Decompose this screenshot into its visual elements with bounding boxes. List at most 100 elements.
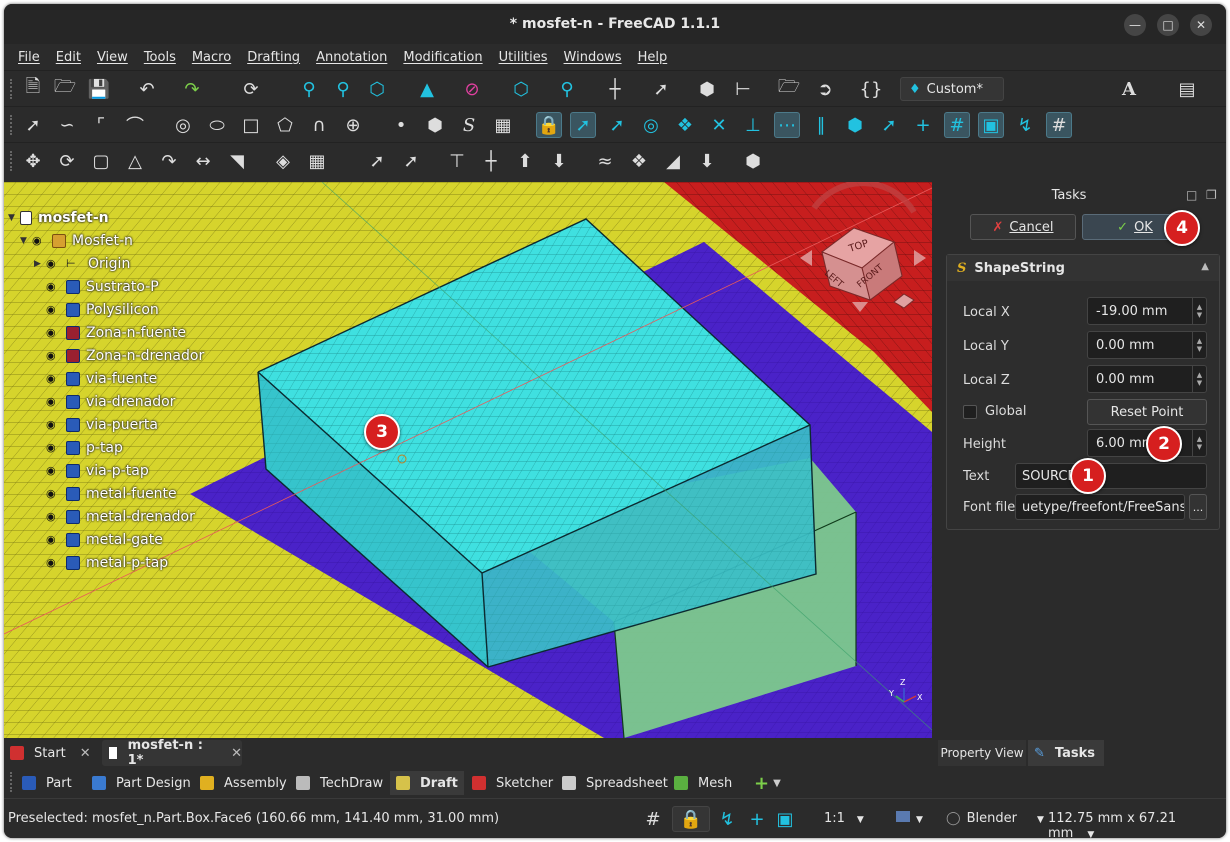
snap-dimensions-icon[interactable]: ↯ xyxy=(1012,112,1038,138)
workbench-spreadsheet[interactable]: Spreadsheet xyxy=(556,771,674,795)
local-y-input[interactable]: 0.00 mm ▲ ▼ xyxy=(1087,331,1207,359)
snap-dimensions-status-icon[interactable]: ↯ xyxy=(714,806,740,832)
tree-document[interactable]: ▼ mosfet-n xyxy=(4,206,234,229)
text-input[interactable]: SOURCE xyxy=(1015,463,1207,489)
mirror-icon[interactable]: △ xyxy=(122,148,148,174)
snap-grid-icon[interactable]: # xyxy=(944,112,970,138)
font-file-input[interactable]: uetype/freefont/FreeSans.ttf xyxy=(1015,494,1185,520)
offset-icon[interactable]: ↷ xyxy=(156,148,182,174)
menu-help[interactable]: Help xyxy=(630,50,676,65)
group-icon[interactable]: 🗁 xyxy=(776,76,802,102)
draft-slope-icon[interactable]: ◢ xyxy=(660,148,686,174)
fillet-icon[interactable]: ⌜ xyxy=(88,112,114,138)
visibility-eye-icon[interactable]: ◉ xyxy=(46,511,60,522)
rectangle-icon[interactable]: □ xyxy=(238,112,264,138)
toolbar-grip[interactable] xyxy=(10,151,13,171)
measure-icon[interactable]: ▲ xyxy=(414,76,440,102)
tree-item[interactable]: ◉ Sustrato-P xyxy=(4,275,234,298)
snap-perpendicular-icon[interactable]: ⊥ xyxy=(740,112,766,138)
visibility-eye-icon[interactable]: ◉ xyxy=(46,396,60,407)
snap-parallel-icon[interactable]: ∥ xyxy=(808,112,834,138)
tree-item[interactable]: ◉ metal-gate xyxy=(4,528,234,551)
workingplane-proxy-icon[interactable]: ⬢ xyxy=(740,148,766,174)
property-view-tab[interactable]: Property View xyxy=(938,740,1026,766)
workbench-sketcher[interactable]: Sketcher xyxy=(466,771,559,795)
cancel-button[interactable]: ✗ Cancel xyxy=(970,214,1076,240)
reset-point-button[interactable]: Reset Point xyxy=(1087,399,1207,425)
tree-item[interactable]: ◉ metal-fuente xyxy=(4,482,234,505)
spin-buttons-icon[interactable]: ▲ ▼ xyxy=(1192,332,1206,358)
snap-near-icon[interactable]: ➚ xyxy=(876,112,902,138)
local-z-input[interactable]: 0.00 mm ▲ ▼ xyxy=(1087,365,1207,393)
stretch-icon[interactable]: ↔ xyxy=(190,148,216,174)
tree-origin[interactable]: ▶ ◉ ⊢ Origin xyxy=(4,252,234,275)
spin-buttons-icon[interactable]: ▲ ▼ xyxy=(1192,298,1206,324)
visibility-eye-icon[interactable]: ◉ xyxy=(46,258,60,269)
menu-tools[interactable]: Tools xyxy=(136,50,184,65)
visibility-eye-icon[interactable]: ◉ xyxy=(46,442,60,453)
visibility-eye-icon[interactable]: ◉ xyxy=(46,281,60,292)
scale-combo[interactable]: 1:1 ▼ xyxy=(824,811,864,826)
workbench-combo[interactable]: ♦ Custom* xyxy=(900,77,1004,101)
snap-lock-status-icon[interactable]: 🔒 xyxy=(672,806,710,832)
grid-toggle-icon[interactable]: # xyxy=(640,806,666,832)
visibility-eye-icon[interactable]: ◉ xyxy=(32,235,46,246)
whats-this-icon[interactable]: ➚ xyxy=(648,76,674,102)
toolbar-grip[interactable] xyxy=(10,79,13,99)
spin-buttons-icon[interactable]: ▲ ▼ xyxy=(1192,430,1206,456)
refresh-icon[interactable]: ⟳ xyxy=(238,76,264,102)
snap-center-icon[interactable]: ◎ xyxy=(638,112,664,138)
point-icon[interactable]: • xyxy=(388,112,414,138)
measure-tool-icon[interactable]: ┼ xyxy=(602,76,628,102)
new-document-icon[interactable]: 🗎 xyxy=(20,76,46,102)
workbench-part-design[interactable]: Part Design xyxy=(86,771,197,795)
shapestring-icon[interactable]: S xyxy=(456,112,482,138)
draw-style-icon[interactable]: ⊘ xyxy=(459,76,485,102)
collapse-arrow-icon[interactable]: ▲ xyxy=(1201,261,1209,272)
menu-file[interactable]: File xyxy=(10,50,48,65)
tree-item[interactable]: ◉ Zona-n-drenador xyxy=(4,344,234,367)
scale-icon[interactable]: ▢ xyxy=(88,148,114,174)
close-tab-icon[interactable]: ✕ xyxy=(80,746,91,761)
join-icon[interactable]: ➚ xyxy=(398,148,424,174)
flip-dimension-icon[interactable]: ⬇ xyxy=(694,148,720,174)
snap-angle-icon[interactable]: ❖ xyxy=(672,112,698,138)
split-icon[interactable]: ⊤ xyxy=(444,148,470,174)
close-tab-icon[interactable]: ✕ xyxy=(231,746,242,761)
collapse-icon[interactable]: ▼ xyxy=(8,213,20,223)
menu-drafting[interactable]: Drafting xyxy=(239,50,308,65)
polyline-icon[interactable]: ∽ xyxy=(54,112,80,138)
menu-modification[interactable]: Modification xyxy=(395,50,490,65)
fit-selection-icon[interactable]: ⚲ xyxy=(330,76,356,102)
hatch-icon[interactable]: ▦ xyxy=(490,112,516,138)
trimex-icon[interactable]: ➚ xyxy=(364,148,390,174)
3d-viewport[interactable]: TOP LEFT FRONT Z Y X ▼ mosfet-n ▼ ◉ Mosf… xyxy=(4,182,932,738)
toggle-grid-icon[interactable]: # xyxy=(1046,112,1072,138)
tree-item[interactable]: ◉ p-tap xyxy=(4,436,234,459)
local-x-input[interactable]: -19.00 mm ▲ ▼ xyxy=(1087,297,1207,325)
move-icon[interactable]: ✥ xyxy=(20,148,46,174)
close-panel-icon[interactable]: ❐ xyxy=(1206,188,1217,202)
browse-font-button[interactable]: ... xyxy=(1189,494,1207,520)
snap-workingplane-status-icon[interactable]: ▣ xyxy=(772,806,798,832)
close-icon[interactable]: ✕ xyxy=(1190,14,1212,36)
text-icon[interactable]: A xyxy=(1116,76,1142,102)
snap-midpoint-icon[interactable]: ➚ xyxy=(604,112,630,138)
workbench-mesh[interactable]: Mesh xyxy=(668,771,738,795)
facebinder-icon[interactable]: ⬢ xyxy=(422,112,448,138)
dimension-combo[interactable]: 112.75 mm x 67.21 mm ▼ xyxy=(1048,811,1226,838)
shape2d-view-icon[interactable]: ❖ xyxy=(626,148,652,174)
snap-special-icon[interactable]: ⬢ xyxy=(842,112,868,138)
spin-buttons-icon[interactable]: ▲ ▼ xyxy=(1192,366,1206,392)
coordinate-system-icon[interactable]: ⊢ xyxy=(730,76,756,102)
wire-to-bspline-icon[interactable]: ≈ xyxy=(592,148,618,174)
macro-icon[interactable]: {} xyxy=(858,76,884,102)
visibility-eye-icon[interactable]: ◉ xyxy=(46,488,60,499)
add-workbench-icon[interactable]: + ▼ xyxy=(748,771,787,795)
save-icon[interactable]: 💾 xyxy=(86,76,112,102)
visibility-eye-icon[interactable]: ◉ xyxy=(46,350,60,361)
visibility-eye-icon[interactable]: ◉ xyxy=(46,419,60,430)
line-icon[interactable]: ➚ xyxy=(20,112,46,138)
menu-view[interactable]: View xyxy=(89,50,136,65)
snap-endpoint-icon[interactable]: ➚ xyxy=(570,112,596,138)
